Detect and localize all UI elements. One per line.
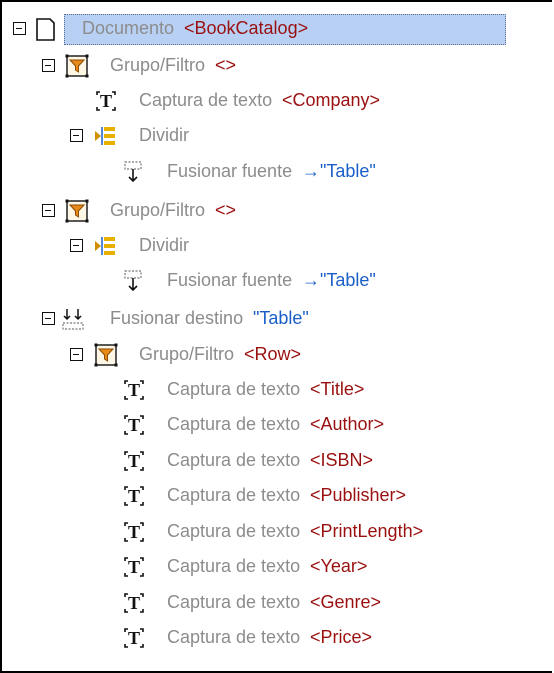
text-capture-icon: T: [121, 448, 147, 474]
text-capture-icon: T: [93, 88, 119, 114]
tree-node[interactable]: T Captura de texto <Publisher>: [2, 479, 552, 513]
node-value: <Row>: [244, 344, 302, 364]
tree-node[interactable]: Grupo/Filtro <>: [2, 49, 552, 83]
collapse-toggle-icon[interactable]: [70, 239, 83, 252]
text-capture-icon: T: [121, 554, 147, 580]
text-capture-icon: T: [121, 519, 147, 545]
node-label: Captura de texto: [139, 90, 273, 110]
node-label: Grupo/Filtro: [139, 344, 235, 364]
node-label: Captura de texto: [167, 414, 301, 434]
node-label: Documento: [82, 18, 175, 38]
node-value: <BookCatalog>: [184, 18, 309, 38]
svg-text:T: T: [128, 451, 140, 471]
parser-tree-panel[interactable]: Documento <BookCatalog> Grupo/Filtro <> T Cap…: [0, 0, 552, 673]
tree-node[interactable]: Dividir: [2, 119, 552, 153]
node-value: <Company>: [282, 90, 381, 110]
node-label: Dividir: [139, 125, 190, 145]
text-capture-icon: T: [121, 377, 147, 403]
tree-node[interactable]: Grupo/Filtro <Row>: [2, 338, 552, 372]
svg-text:T: T: [128, 522, 140, 542]
svg-text:T: T: [128, 593, 140, 613]
node-label: Grupo/Filtro: [110, 55, 206, 75]
svg-text:T: T: [128, 415, 140, 435]
tree-node[interactable]: Dividir: [2, 229, 552, 263]
node-value: <ISBN>: [310, 450, 374, 470]
node-value: <Author>: [310, 414, 385, 434]
node-value: <Title>: [310, 379, 365, 399]
tree-node[interactable]: T Captura de texto <Author>: [2, 408, 552, 442]
tree-node[interactable]: T Captura de texto <ISBN>: [2, 444, 552, 478]
tree-node[interactable]: Fusionar fuente →"Table": [2, 264, 552, 298]
svg-text:T: T: [128, 486, 140, 506]
node-label: Captura de texto: [167, 592, 301, 612]
node-value: <Year>: [310, 556, 368, 576]
node-label: Captura de texto: [167, 556, 301, 576]
node-value: <>: [215, 55, 237, 75]
node-label: Captura de texto: [167, 450, 301, 470]
node-label: Grupo/Filtro: [110, 200, 206, 220]
collapse-toggle-icon[interactable]: [42, 312, 55, 325]
text-capture-icon: T: [121, 590, 147, 616]
collapse-toggle-icon[interactable]: [70, 129, 83, 142]
split-icon: [93, 233, 119, 259]
filter-icon: [64, 53, 90, 79]
collapse-toggle-icon[interactable]: [13, 22, 26, 35]
filter-icon: [93, 342, 119, 368]
node-value: <PrintLength>: [310, 521, 424, 541]
node-label: Captura de texto: [167, 627, 301, 647]
tree-node[interactable]: T Captura de texto <Year>: [2, 550, 552, 584]
tree-node[interactable]: T Captura de texto <Company>: [2, 84, 552, 118]
node-label: Dividir: [139, 235, 190, 255]
tree-node[interactable]: Documento <BookCatalog>: [2, 12, 552, 46]
node-value: →"Table": [302, 161, 376, 181]
tree-node[interactable]: Fusionar destino "Table": [2, 302, 552, 336]
merge-source-icon: [121, 159, 147, 185]
node-label: Captura de texto: [167, 521, 301, 541]
node-label: Fusionar destino: [110, 308, 244, 328]
collapse-toggle-icon[interactable]: [70, 348, 83, 361]
svg-text:T: T: [128, 628, 140, 648]
svg-text:T: T: [128, 380, 140, 400]
tree-node[interactable]: T Captura de texto <Price>: [2, 621, 552, 655]
node-label: Fusionar fuente: [167, 270, 293, 290]
document-icon: [32, 16, 58, 42]
filter-icon: [64, 198, 90, 224]
node-value: "Table": [253, 308, 309, 328]
tree-node[interactable]: T Captura de texto <Genre>: [2, 586, 552, 620]
node-label: Captura de texto: [167, 485, 301, 505]
merge-target-icon: [60, 306, 86, 332]
text-capture-icon: T: [121, 625, 147, 651]
svg-text:T: T: [100, 91, 112, 111]
collapse-toggle-icon[interactable]: [42, 204, 55, 217]
text-capture-icon: T: [121, 412, 147, 438]
tree-node[interactable]: T Captura de texto <PrintLength>: [2, 515, 552, 549]
merge-source-icon: [121, 268, 147, 294]
node-label: Fusionar fuente: [167, 161, 293, 181]
tree-node[interactable]: Fusionar fuente →"Table": [2, 155, 552, 189]
tree-node[interactable]: Grupo/Filtro <>: [2, 194, 552, 228]
node-value: →"Table": [302, 270, 376, 290]
text-capture-icon: T: [121, 483, 147, 509]
split-icon: [93, 123, 119, 149]
node-value: <Genre>: [310, 592, 382, 612]
node-value: <>: [215, 200, 237, 220]
node-label: Captura de texto: [167, 379, 301, 399]
svg-text:T: T: [128, 557, 140, 577]
node-value: <Publisher>: [310, 485, 407, 505]
tree-node[interactable]: T Captura de texto <Title>: [2, 373, 552, 407]
node-value: <Price>: [310, 627, 373, 647]
collapse-toggle-icon[interactable]: [42, 59, 55, 72]
